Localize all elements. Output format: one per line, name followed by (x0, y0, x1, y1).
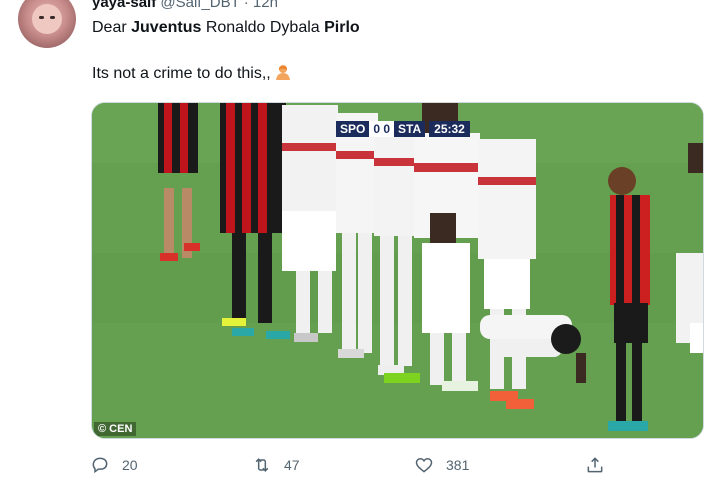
avatar[interactable] (18, 0, 76, 48)
reply-count: 20 (122, 457, 138, 473)
tweet-text-line-2: Its not a crime to do this,, (92, 64, 291, 83)
reply-icon (92, 457, 108, 474)
share-icon (587, 457, 603, 473)
avatar-face (32, 4, 62, 34)
team-right-label: STA (394, 121, 426, 137)
person-shrugging-icon (275, 65, 290, 80)
text-segment: Dear (92, 19, 132, 36)
tweet-header: yaya-saif @Saif_DBT · 12h (92, 0, 278, 11)
score-bug: SPO 0 0 STA 25:32 (336, 121, 470, 137)
text-segment-bold: Juventus (131, 19, 202, 36)
text-segment: Ronaldo Dybala (201, 19, 325, 36)
retweet-button[interactable]: 47 (252, 455, 300, 475)
text-segment: Its not a crime to do this,, (92, 65, 271, 82)
timestamp[interactable]: 12h (253, 0, 278, 11)
more-options-icon[interactable]: ··· (683, 0, 704, 9)
media-credit: © CEN (94, 422, 137, 436)
share-button[interactable] (585, 455, 617, 475)
separator-dot: · (243, 0, 249, 11)
avatar-eye (39, 16, 44, 19)
display-name[interactable]: yaya-saif (92, 0, 156, 11)
heart-icon (415, 457, 433, 473)
match-clock: 25:32 (429, 121, 470, 137)
text-segment-bold: Pirlo (324, 19, 360, 36)
retweet-count: 47 (284, 457, 300, 473)
tweet-text-line-1: Dear Juventus Ronaldo Dybala Pirlo (92, 19, 360, 37)
football-scene (92, 103, 703, 438)
team-left-label: SPO (336, 121, 370, 137)
like-count: 381 (446, 457, 470, 473)
reply-button[interactable]: 20 (90, 455, 138, 475)
score-label: 0 0 (369, 121, 395, 137)
retweet-icon (255, 458, 269, 472)
user-handle[interactable]: @Saif_DBT (160, 0, 239, 11)
tweet-action-bar: 20 47 381 (90, 455, 610, 479)
like-button[interactable]: 381 (414, 455, 469, 475)
avatar-eye (50, 16, 55, 19)
tweet-media-image[interactable]: SPO 0 0 STA 25:32 © CEN (91, 102, 704, 439)
